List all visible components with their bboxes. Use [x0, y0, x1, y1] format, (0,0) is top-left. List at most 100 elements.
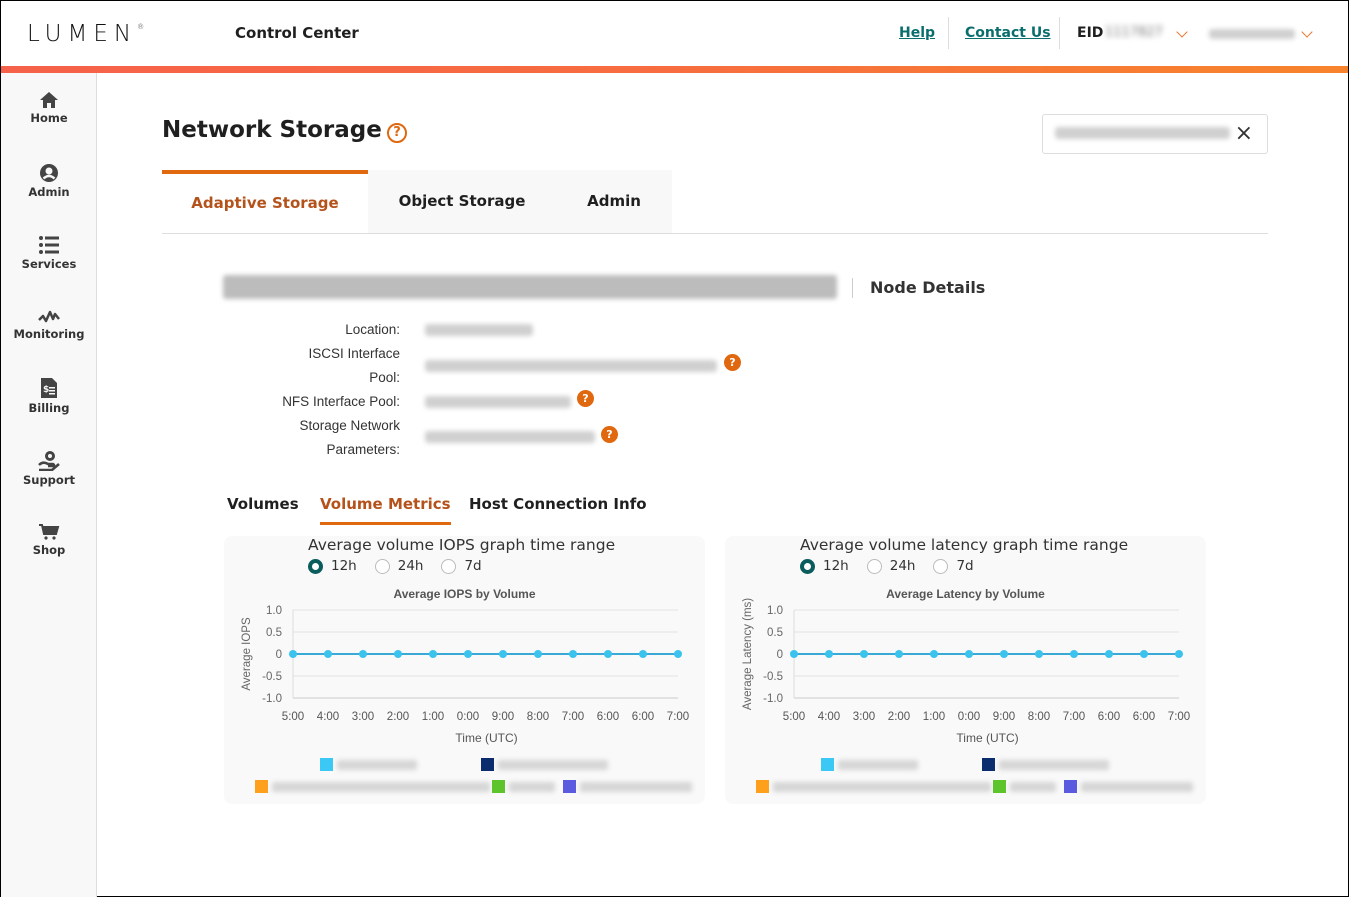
storage-tabs: Adaptive Storage Object Storage Admin: [162, 170, 1268, 234]
iops-radio-24h[interactable]: 24h: [374, 558, 423, 574]
legend-swatch: [756, 780, 769, 793]
data-point: [1000, 650, 1008, 658]
data-point: [930, 650, 938, 658]
sidebar-item-monitoring[interactable]: Monitoring: [1, 309, 97, 341]
x-tick-label: 3:00: [853, 711, 875, 723]
legend-item[interactable]: [481, 758, 608, 771]
legend-item[interactable]: [756, 780, 991, 793]
data-point: [394, 650, 402, 658]
x-axis-label: Time (UTC): [956, 731, 1018, 745]
storage-network-help-icon[interactable]: ?: [601, 426, 618, 443]
x-tick-label: 4:00: [317, 711, 339, 723]
legend-item[interactable]: [993, 780, 1056, 793]
data-point: [965, 650, 973, 658]
latency-radio-24h[interactable]: 24h: [866, 558, 916, 574]
latency-range-radios: 12h 24h 7d: [800, 558, 992, 574]
tab-object-storage[interactable]: Object Storage: [368, 170, 556, 233]
legend-swatch: [481, 758, 494, 771]
iops-chart: 1.0 0.5 0 -0.5 -1.05:00 4:00 3:00 2:00 1:00 0:00 9…: [241, 605, 689, 745]
y-tick-label: 1.0: [266, 605, 282, 617]
radio-button[interactable]: [800, 558, 815, 574]
iops-panel: Average volume IOPS graph time range 12h…: [224, 536, 705, 804]
x-tick-label: 1:00: [422, 711, 444, 723]
y-axis-label: Average Latency (ms): [742, 598, 754, 710]
clear-search-icon[interactable]: ×: [1235, 123, 1253, 145]
svg-text:$: $: [43, 385, 49, 395]
legend-item[interactable]: [320, 758, 417, 771]
data-point: [674, 650, 682, 658]
eid-chevron-down-icon[interactable]: [1176, 26, 1188, 38]
invoice-icon: $: [41, 378, 57, 398]
x-tick-label: 8:00: [527, 711, 549, 723]
data-point: [324, 650, 332, 658]
radio-button[interactable]: [866, 558, 882, 574]
iscsi-pool-label-line1: ISCSI Interface: [308, 346, 400, 361]
sidebar-item-label: Billing: [28, 401, 70, 415]
latency-radio-12h[interactable]: 12h: [800, 558, 849, 574]
subtab-host-connection-info[interactable]: Host Connection Info: [469, 495, 647, 522]
storage-network-label-line1: Storage Network: [299, 418, 400, 433]
header-divider: [1059, 17, 1060, 49]
help-icon[interactable]: ?: [387, 123, 407, 143]
x-tick-label: 0:00: [457, 711, 479, 723]
eid-value[interactable]: 1117827: [1105, 25, 1163, 40]
latency-radio-7d[interactable]: 7d: [933, 558, 974, 574]
iscsi-pool-label-line2: Pool:: [369, 370, 400, 385]
location-label: Location:: [345, 322, 400, 337]
y-tick-label: -0.5: [262, 671, 282, 683]
legend-item[interactable]: [563, 780, 692, 793]
iops-range-title: Average volume IOPS graph time range: [308, 536, 616, 554]
help-link[interactable]: Help: [899, 25, 935, 41]
latency-panel: Average volume latency graph time range …: [725, 536, 1206, 804]
legend-item[interactable]: [982, 758, 1109, 771]
radio-button[interactable]: [933, 558, 949, 574]
node-details-title: Node Details: [870, 278, 986, 297]
x-tick-label: 9:00: [492, 711, 514, 723]
legend-item[interactable]: [255, 780, 490, 793]
radio-label: 24h: [889, 558, 916, 574]
legend-swatch: [1064, 780, 1077, 793]
subtab-volumes[interactable]: Volumes: [227, 495, 299, 522]
sidebar-item-label: Shop: [32, 543, 66, 557]
sidebar-item-support[interactable]: Support: [1, 449, 97, 487]
search-input[interactable]: ×: [1042, 114, 1268, 154]
legend-item[interactable]: [821, 758, 918, 771]
contact-us-link[interactable]: Contact Us: [965, 25, 1051, 41]
sidebar-item-shop[interactable]: Shop: [1, 523, 97, 557]
data-point: [1035, 650, 1043, 658]
legend-swatch: [255, 780, 268, 793]
x-tick-label: 4:00: [818, 711, 840, 723]
home-icon: [40, 92, 58, 108]
x-tick-label: 2:00: [888, 711, 910, 723]
data-point: [895, 650, 903, 658]
user-circle-icon: [40, 164, 58, 182]
data-point: [534, 650, 542, 658]
iops-radio-7d[interactable]: 7d: [441, 558, 482, 574]
legend-item[interactable]: [1064, 780, 1193, 793]
iops-radio-12h[interactable]: 12h: [308, 558, 357, 574]
sidebar-item-services[interactable]: Services: [1, 235, 97, 271]
sidebar-item-home[interactable]: Home: [1, 91, 97, 125]
user-chevron-down-icon[interactable]: [1301, 26, 1313, 38]
legend-swatch: [563, 780, 576, 793]
legend-item[interactable]: [492, 780, 555, 793]
legend-label: [272, 781, 490, 792]
nfs-help-icon[interactable]: ?: [577, 390, 594, 407]
iscsi-help-icon[interactable]: ?: [724, 354, 741, 371]
lumen-logo[interactable]: LUMEN®: [27, 21, 144, 47]
sidebar-item-billing[interactable]: $ Billing: [1, 377, 97, 415]
x-tick-label: 6:00: [1133, 711, 1155, 723]
tab-admin[interactable]: Admin: [556, 170, 672, 233]
data-point: [1070, 650, 1078, 658]
data-point: [289, 650, 297, 658]
user-menu-name[interactable]: [1209, 29, 1295, 39]
radio-button[interactable]: [374, 558, 390, 574]
data-point: [464, 650, 472, 658]
sidebar-item-admin[interactable]: Admin: [1, 163, 97, 199]
radio-button[interactable]: [308, 558, 323, 574]
tab-adaptive-storage[interactable]: Adaptive Storage: [162, 170, 368, 233]
subtab-volume-metrics[interactable]: Volume Metrics: [320, 495, 451, 525]
radio-button[interactable]: [441, 558, 457, 574]
radio-label: 12h: [331, 558, 357, 574]
y-tick-label: 0: [276, 649, 282, 661]
